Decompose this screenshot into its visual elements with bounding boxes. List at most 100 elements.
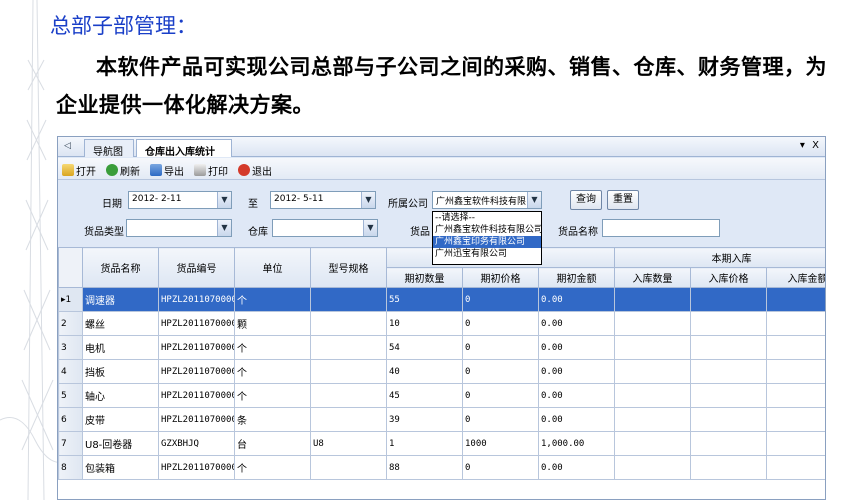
goods-name-input[interactable] <box>602 219 720 237</box>
cell-in-qty[interactable] <box>614 287 692 312</box>
cell-in-price[interactable] <box>690 287 768 312</box>
cell-in-price[interactable] <box>690 359 768 384</box>
table-row[interactable]: 5 轴心 HPZL20110700006 个 45 0 0.00 <box>58 383 825 408</box>
cell-name[interactable]: 包装箱 <box>82 455 159 480</box>
cell-in-amount[interactable] <box>766 287 825 312</box>
goods-type-select[interactable]: ▼ <box>126 219 232 237</box>
cell-open-amount[interactable]: 0.00 <box>537 311 616 336</box>
cell-name[interactable]: U8-回卷器 <box>82 431 159 456</box>
row-number[interactable]: 2 <box>58 311 83 336</box>
warehouse-select[interactable]: ▼ <box>272 219 378 237</box>
row-number[interactable]: 5 <box>58 383 83 408</box>
cell-in-amount[interactable] <box>766 359 825 384</box>
cell-code[interactable]: HPZL20110700006 <box>158 383 235 408</box>
cell-in-price[interactable] <box>690 383 768 408</box>
cell-in-amount[interactable] <box>766 383 825 408</box>
cell-in-amount[interactable] <box>766 311 825 336</box>
print-button[interactable]: 打印 <box>194 162 228 178</box>
table-row[interactable]: ▸1 调速器 HPZL20110700002 个 55 0 0.00 <box>58 287 825 312</box>
cell-open-amount[interactable]: 0.00 <box>537 383 616 408</box>
chevron-down-icon[interactable]: ▼ <box>361 192 375 208</box>
cell-open-price[interactable]: 0 <box>462 335 539 360</box>
date-from-picker[interactable]: 2012- 2-11 ▼ <box>128 191 232 209</box>
cell-spec[interactable] <box>310 359 387 384</box>
cell-unit[interactable]: 个 <box>234 359 311 384</box>
cell-name[interactable]: 挡板 <box>82 359 159 384</box>
cell-open-qty[interactable]: 88 <box>386 455 463 480</box>
cell-open-amount[interactable]: 0.00 <box>537 359 616 384</box>
col-header-spec[interactable]: 型号规格 <box>310 247 387 288</box>
cell-open-qty[interactable]: 1 <box>386 431 463 456</box>
cell-open-price[interactable]: 1000 <box>462 431 539 456</box>
company-option[interactable]: 广州迅宝有限公司 <box>433 248 541 260</box>
cell-open-amount[interactable]: 1,000.00 <box>537 431 616 456</box>
cell-unit[interactable]: 颗 <box>234 311 311 336</box>
col-header-open-qty[interactable]: 期初数量 <box>386 267 463 288</box>
cell-open-price[interactable]: 0 <box>462 287 539 312</box>
cell-name[interactable]: 皮带 <box>82 407 159 432</box>
col-header-in-price[interactable]: 入库价格 <box>690 267 768 288</box>
query-button[interactable]: 查询 <box>570 190 602 210</box>
cell-in-qty[interactable] <box>614 407 692 432</box>
chevron-down-icon[interactable]: ▼ <box>217 192 231 208</box>
tab-warehouse-stats[interactable]: 仓库出入库统计 <box>136 139 232 158</box>
cell-spec[interactable] <box>310 287 387 312</box>
cell-unit[interactable]: 个 <box>234 335 311 360</box>
table-row[interactable]: 7 U8-回卷器 GZXBHJQ 台 U8 1 1000 1,000.00 <box>58 431 825 456</box>
cell-spec[interactable]: U8 <box>310 431 387 456</box>
col-header-in-amount[interactable]: 入库金额 <box>766 267 825 288</box>
cell-name[interactable]: 调速器 <box>82 287 159 312</box>
company-option[interactable]: 广州鑫宝软件科技有限公司 <box>433 224 541 236</box>
cell-in-amount[interactable] <box>766 335 825 360</box>
cell-code[interactable]: HPZL20110700005 <box>158 359 235 384</box>
row-number[interactable]: 6 <box>58 407 83 432</box>
cell-spec[interactable] <box>310 311 387 336</box>
cell-unit[interactable]: 个 <box>234 287 311 312</box>
company-select[interactable]: 广州鑫宝软件科技有限 ▼ <box>432 191 542 209</box>
open-button[interactable]: 打开 <box>62 162 96 178</box>
chevron-down-icon[interactable]: ▼ <box>527 192 541 208</box>
cell-unit[interactable]: 台 <box>234 431 311 456</box>
cell-in-price[interactable] <box>690 431 768 456</box>
chevron-down-icon[interactable]: ▼ <box>363 220 377 236</box>
table-row[interactable]: 4 挡板 HPZL20110700005 个 40 0 0.00 <box>58 359 825 384</box>
cell-spec[interactable] <box>310 383 387 408</box>
cell-in-amount[interactable] <box>766 407 825 432</box>
cell-code[interactable]: HPZL20110700004 <box>158 335 235 360</box>
cell-in-price[interactable] <box>690 311 768 336</box>
cell-in-qty[interactable] <box>614 359 692 384</box>
cell-open-price[interactable]: 0 <box>462 383 539 408</box>
cell-open-amount[interactable]: 0.00 <box>537 455 616 480</box>
date-to-picker[interactable]: 2012- 5-11 ▼ <box>270 191 376 209</box>
col-header-name[interactable]: 货品名称 <box>82 247 159 288</box>
col-header-unit[interactable]: 单位 <box>234 247 311 288</box>
cell-open-price[interactable]: 0 <box>462 311 539 336</box>
chevron-down-icon[interactable]: ▼ <box>217 220 231 236</box>
cell-in-qty[interactable] <box>614 383 692 408</box>
cell-name[interactable]: 电机 <box>82 335 159 360</box>
cell-open-price[interactable]: 0 <box>462 455 539 480</box>
tab-scroll-icon[interactable]: ◁ <box>64 141 71 151</box>
cell-open-qty[interactable]: 40 <box>386 359 463 384</box>
cell-in-qty[interactable] <box>614 335 692 360</box>
cell-in-qty[interactable] <box>614 311 692 336</box>
cell-open-qty[interactable]: 45 <box>386 383 463 408</box>
col-header-code[interactable]: 货品编号 <box>158 247 235 288</box>
cell-code[interactable]: HPZL20110700009 <box>158 455 235 480</box>
cell-open-qty[interactable]: 10 <box>386 311 463 336</box>
reset-button[interactable]: 重置 <box>607 190 639 210</box>
cell-code[interactable]: HPZL20110700007 <box>158 407 235 432</box>
row-number[interactable]: 4 <box>58 359 83 384</box>
cell-code[interactable]: HPZL20110700002 <box>158 287 235 312</box>
col-header-open-amount[interactable]: 期初金额 <box>537 267 616 288</box>
cell-spec[interactable] <box>310 407 387 432</box>
cell-open-price[interactable]: 0 <box>462 407 539 432</box>
cell-in-price[interactable] <box>690 407 768 432</box>
cell-open-amount[interactable]: 0.00 <box>537 407 616 432</box>
cell-code[interactable]: HPZL20110700003 <box>158 311 235 336</box>
cell-spec[interactable] <box>310 335 387 360</box>
close-icon[interactable]: X <box>812 140 819 151</box>
cell-in-amount[interactable] <box>766 455 825 480</box>
cell-code[interactable]: GZXBHJQ <box>158 431 235 456</box>
table-row[interactable]: 6 皮带 HPZL20110700007 条 39 0 0.00 <box>58 407 825 432</box>
